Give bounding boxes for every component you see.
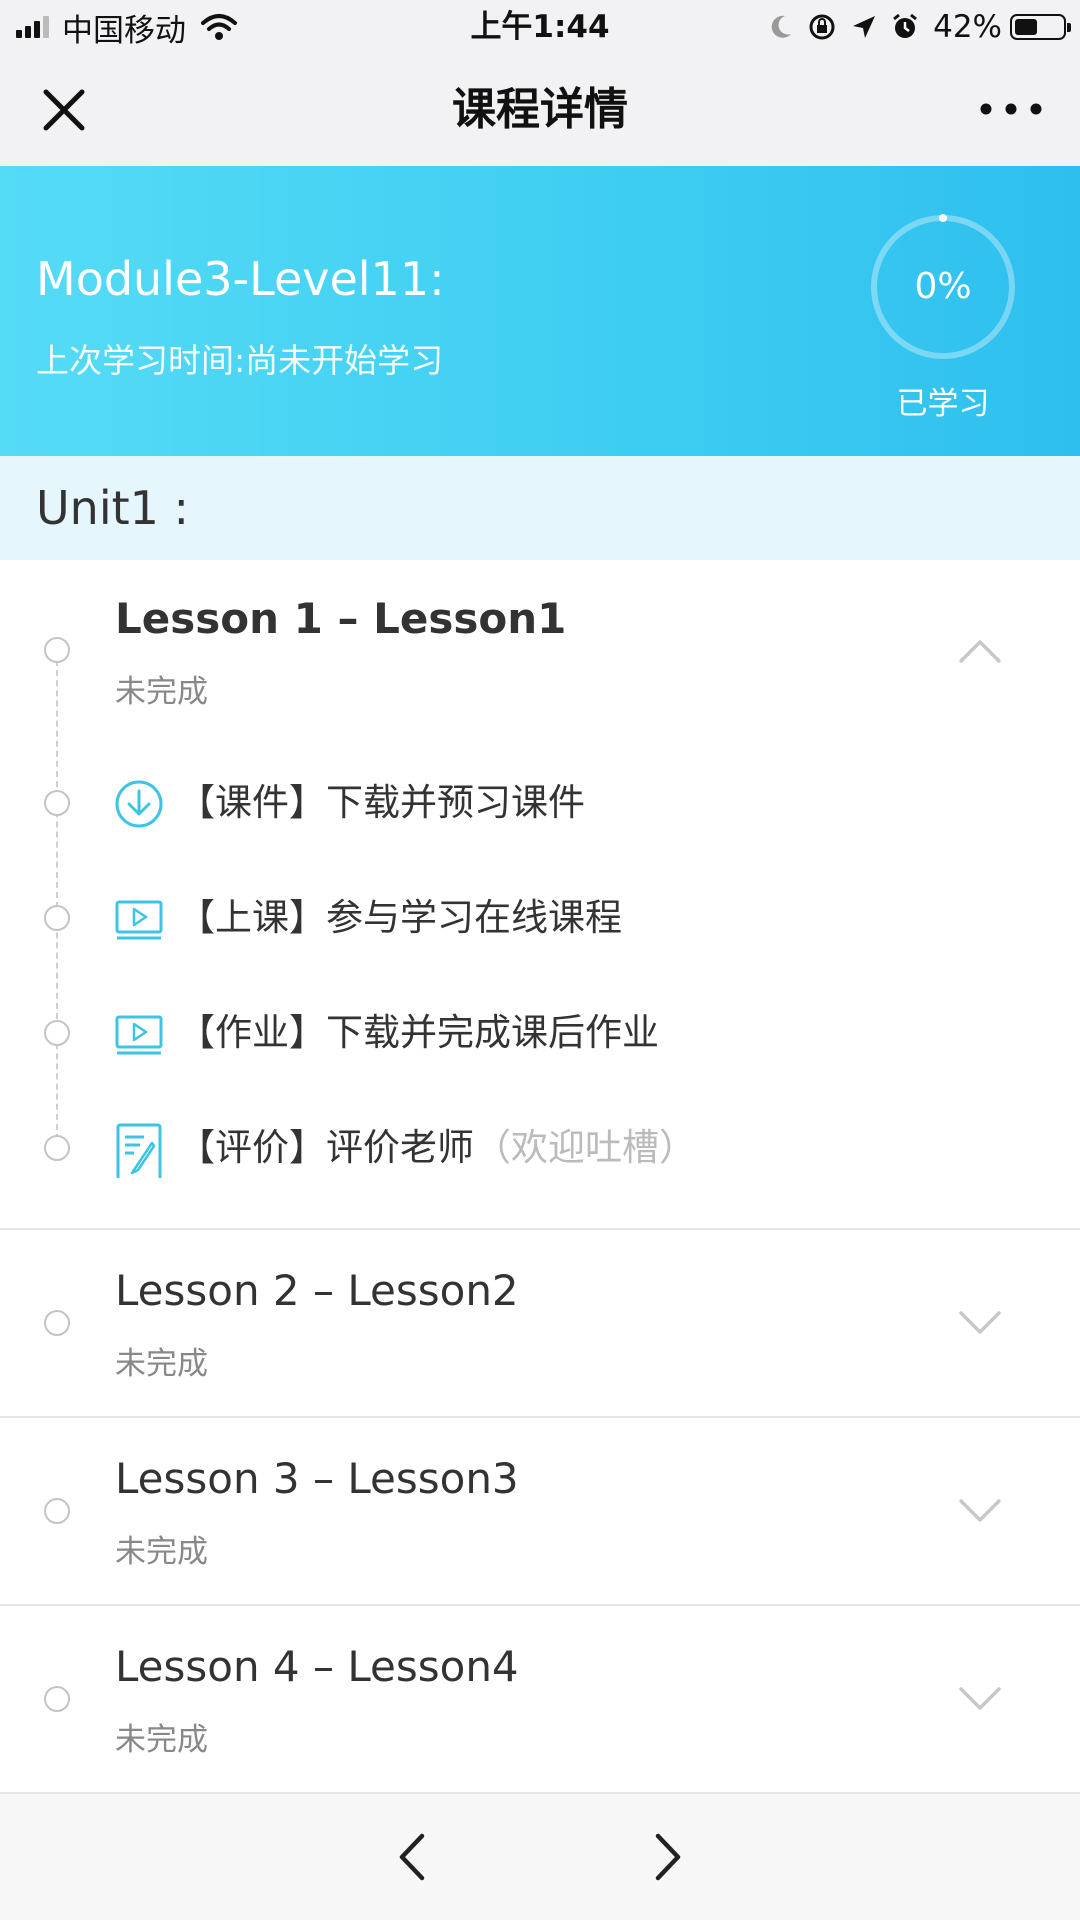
- lesson-status-circle: [44, 1310, 70, 1336]
- chevron-down-icon[interactable]: [958, 1686, 1002, 1712]
- task-item[interactable]: 【作业】下载并完成课后作业: [0, 993, 1080, 1073]
- lesson-title: Lesson 1 – Lesson1: [115, 594, 567, 643]
- status-right: 42%: [769, 0, 1071, 54]
- forward-arrow-icon[interactable]: [652, 1832, 684, 1882]
- task-label: 【课件】下载并预习课件: [178, 781, 585, 824]
- lesson-status: 未完成: [115, 1722, 208, 1758]
- battery-percent: 42%: [933, 9, 1002, 45]
- back-arrow-icon[interactable]: [396, 1832, 428, 1882]
- lesson-status-circle: [44, 1686, 70, 1712]
- nav-bar: 课程详情: [0, 54, 1080, 166]
- progress-caption: 已学习: [896, 386, 990, 422]
- battery-icon: [1010, 14, 1071, 40]
- task-status-circle: [44, 905, 70, 931]
- task-item[interactable]: 【上课】参与学习在线课程: [0, 878, 1080, 958]
- chevron-down-icon[interactable]: [958, 1310, 1002, 1336]
- unit-title: Unit1 :: [36, 481, 190, 535]
- lesson-item[interactable]: Lesson 4 – Lesson4 未完成: [0, 1606, 1080, 1792]
- video-icon: [115, 900, 163, 940]
- lesson-status-circle: [44, 637, 70, 663]
- location-icon: [853, 16, 876, 38]
- chevron-up-icon[interactable]: [958, 638, 1002, 664]
- lesson-title: Lesson 3 – Lesson3: [115, 1454, 519, 1503]
- lesson-title: Lesson 4 – Lesson4: [115, 1642, 519, 1691]
- course-header: Module3-Level11: 上次学习时间:尚未开始学习 0% 已学习: [0, 166, 1080, 456]
- lesson-item[interactable]: Lesson 2 – Lesson2 未完成: [0, 1230, 1080, 1416]
- chevron-down-icon[interactable]: [958, 1498, 1002, 1524]
- unit-header: Unit1 :: [0, 456, 1080, 560]
- task-label: 【评价】评价老师（欢迎吐槽）: [178, 1108, 696, 1188]
- download-icon: [115, 780, 163, 828]
- more-icon[interactable]: [976, 94, 1046, 124]
- alarm-icon: [893, 13, 918, 38]
- video-icon: [115, 1015, 163, 1055]
- course-title: Module3-Level11:: [36, 252, 445, 306]
- task-status-circle: [44, 790, 70, 816]
- lesson-title: Lesson 2 – Lesson2: [115, 1266, 519, 1315]
- page-title: 课程详情: [452, 84, 628, 135]
- task-status-circle: [44, 1135, 70, 1161]
- task-label-main: 【评价】评价老师: [178, 1126, 474, 1169]
- task-status-circle: [44, 1020, 70, 1046]
- edit-note-icon: [116, 1123, 162, 1178]
- lesson-item[interactable]: Lesson 3 – Lesson3 未完成: [0, 1418, 1080, 1604]
- lesson-status: 未完成: [115, 674, 208, 710]
- last-study-time: 上次学习时间:尚未开始学习: [36, 341, 444, 380]
- moon-icon: [771, 15, 792, 38]
- lesson-status: 未完成: [115, 1346, 208, 1382]
- bottom-toolbar: [0, 1792, 1080, 1920]
- task-item[interactable]: 【课件】下载并预习课件: [0, 763, 1080, 843]
- progress-percent: 0%: [914, 266, 972, 307]
- task-item[interactable]: 【评价】评价老师（欢迎吐槽）: [0, 1108, 1080, 1188]
- lesson-status: 未完成: [115, 1534, 208, 1570]
- lesson-status-circle: [44, 1498, 70, 1524]
- task-label: 【作业】下载并完成课后作业: [178, 1011, 659, 1054]
- status-bar: 中国移动 上午1:44 42%: [0, 0, 1080, 54]
- lesson-item[interactable]: Lesson 1 – Lesson1 未完成 【课件】下载并预习课件 【上课】参…: [0, 560, 1080, 1228]
- task-label: 【上课】参与学习在线课程: [178, 896, 622, 939]
- task-label-note: （欢迎吐槽）: [474, 1126, 696, 1169]
- rotation-lock-icon: [809, 14, 835, 40]
